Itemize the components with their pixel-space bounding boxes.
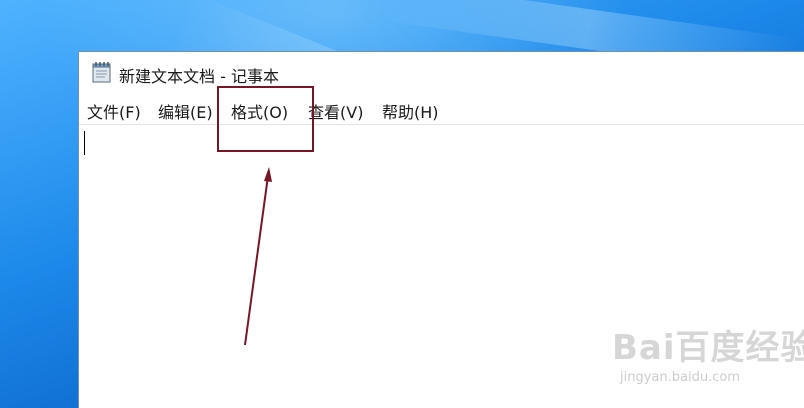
notepad-window[interactable]: 新建文本文档 - 记事本 文件(F) 编辑(E) 格式(O) 查看(V) 帮助(… [78,51,804,408]
title-bar[interactable]: 新建文本文档 - 记事本 [79,52,804,94]
notepad-icon [90,60,114,84]
window-title: 新建文本文档 - 记事本 [119,67,279,86]
text-caret [84,131,85,155]
menu-bar: 文件(F) 编辑(E) 格式(O) 查看(V) 帮助(H) [79,95,804,125]
menu-view[interactable]: 查看(V) [308,99,363,123]
menu-file[interactable]: 文件(F) [87,99,141,123]
menu-help[interactable]: 帮助(H) [382,99,439,123]
menu-edit[interactable]: 编辑(E) [158,99,213,123]
menu-format[interactable]: 格式(O) [231,99,288,123]
text-editor[interactable] [79,125,804,408]
